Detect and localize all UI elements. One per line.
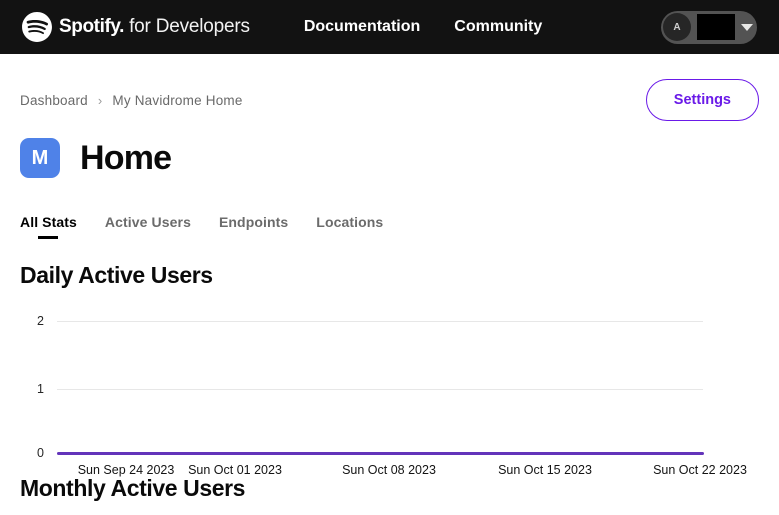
breadcrumb-row: Dashboard › My Navidrome Home Settings xyxy=(20,79,759,121)
nav-community[interactable]: Community xyxy=(454,18,542,36)
x-axis-tick: Sun Oct 08 2023 xyxy=(342,463,436,477)
nav-documentation[interactable]: Documentation xyxy=(304,18,420,36)
page-title: Home xyxy=(80,139,171,178)
user-avatar: A xyxy=(663,13,691,41)
x-axis-tick: Sun Oct 22 2023 xyxy=(653,463,747,477)
chevron-down-icon xyxy=(741,24,753,31)
spotify-logo-icon xyxy=(22,12,52,42)
gridline xyxy=(57,389,703,390)
breadcrumb-separator-icon: › xyxy=(98,93,103,108)
daily-active-users-chart: 2 1 0 Sun Sep 24 2023 Sun Oct 01 2023 Su… xyxy=(20,307,759,467)
stats-tabs: All Stats Active Users Endpoints Locatio… xyxy=(20,214,759,239)
y-axis-tick: 2 xyxy=(20,314,44,328)
x-axis-tick: Sun Oct 15 2023 xyxy=(498,463,592,477)
monthly-active-users-title: Monthly Active Users xyxy=(20,475,759,502)
tab-endpoints[interactable]: Endpoints xyxy=(219,214,288,239)
breadcrumb: Dashboard › My Navidrome Home xyxy=(20,93,243,108)
tab-all-stats[interactable]: All Stats xyxy=(20,214,77,239)
y-axis-tick: 0 xyxy=(20,446,44,460)
tab-active-users[interactable]: Active Users xyxy=(105,214,191,239)
breadcrumb-dashboard[interactable]: Dashboard xyxy=(20,93,88,108)
x-axis-tick: Sun Sep 24 2023 xyxy=(78,463,175,477)
user-menu[interactable]: A xyxy=(661,11,757,44)
top-header: Spotify. for Developers Documentation Co… xyxy=(0,0,779,54)
daily-active-users-line-series xyxy=(57,452,704,455)
settings-button[interactable]: Settings xyxy=(646,79,759,121)
gridline xyxy=(57,321,703,322)
breadcrumb-current-page: My Navidrome Home xyxy=(112,93,242,108)
spotify-for-developers-logo[interactable]: Spotify. for Developers xyxy=(22,12,250,42)
brand-wordmark: Spotify. xyxy=(59,16,124,38)
user-name-redacted xyxy=(697,14,735,40)
daily-active-users-title: Daily Active Users xyxy=(20,262,759,289)
y-axis-tick: 1 xyxy=(20,382,44,396)
brand-suffix: for Developers xyxy=(129,16,250,38)
x-axis-tick: Sun Oct 01 2023 xyxy=(188,463,282,477)
app-avatar: M xyxy=(20,138,60,178)
app-header: M Home xyxy=(20,138,759,178)
tab-locations[interactable]: Locations xyxy=(316,214,383,239)
header-nav: Documentation Community xyxy=(304,18,542,36)
main-content: Dashboard › My Navidrome Home Settings M… xyxy=(0,79,779,502)
